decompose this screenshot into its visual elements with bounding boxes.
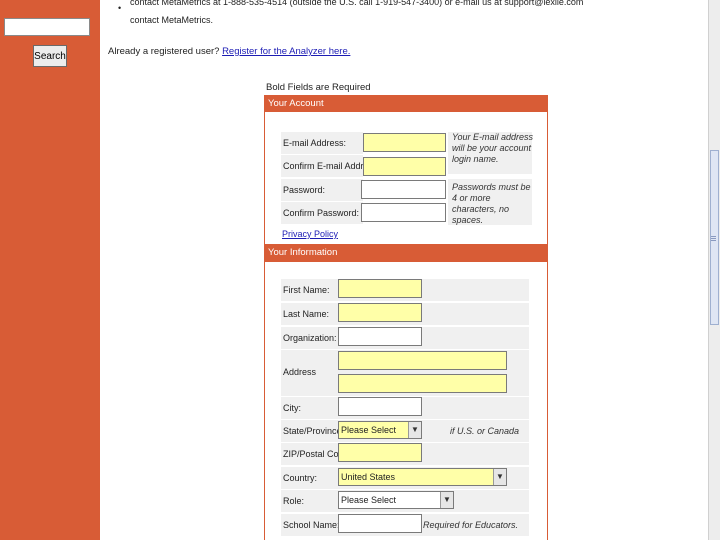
zip-field[interactable] [338, 443, 422, 462]
registered-user-note: Already a registered user? Register for … [108, 46, 350, 57]
required-note: Bold Fields are Required [266, 82, 371, 93]
email-field[interactable] [363, 133, 446, 152]
password-hint: Passwords must be 4 or more characters, … [452, 182, 531, 225]
role-label: Role: [283, 496, 305, 506]
chevron-down-icon: ▼ [440, 492, 453, 508]
register-analyzer-link[interactable]: Register for the Analyzer here. [222, 46, 350, 57]
first-name-field[interactable] [338, 279, 422, 298]
address-line-1-field[interactable] [338, 351, 507, 370]
intro-line-1: contact MetaMetrics at 1-888-535-4514 (o… [130, 0, 584, 7]
country-label: Country: [283, 473, 318, 483]
last-name-field[interactable] [338, 303, 422, 322]
vertical-scrollbar[interactable] [708, 0, 720, 540]
school-hint: Required for Educators. [423, 520, 519, 530]
grip-icon [711, 236, 716, 237]
country-select-value: United States [341, 472, 396, 482]
confirm-password-label: Confirm Password: [283, 208, 360, 218]
role-select[interactable]: Please Select ▼ [338, 491, 454, 509]
state-select[interactable]: Please Select ▼ [338, 421, 422, 439]
password-label: Password: [283, 185, 326, 195]
city-label: City: [283, 403, 301, 413]
city-field[interactable] [338, 397, 422, 416]
state-label: State/Province [283, 426, 342, 436]
organization-label: Organization: [283, 333, 337, 343]
sidebar: Search [0, 0, 100, 540]
scrollbar-thumb[interactable] [710, 150, 719, 325]
privacy-policy-link[interactable]: Privacy Policy [282, 229, 338, 239]
registration-form: Your Account E-mail Address: Confirm E-m… [264, 95, 548, 540]
email-hint: Your E-mail address will be your account… [452, 132, 534, 164]
password-field[interactable] [361, 180, 446, 199]
first-name-label: First Name: [283, 285, 330, 295]
sidebar-search-input[interactable] [4, 18, 90, 36]
your-account-header: Your Account [265, 96, 547, 112]
address-line-2-field[interactable] [338, 374, 507, 393]
confirm-email-field[interactable] [363, 157, 446, 176]
address-label: Address [283, 367, 317, 377]
chevron-down-icon: ▼ [408, 422, 421, 438]
state-hint: if U.S. or Canada [450, 426, 520, 436]
your-information-header: Your Information [265, 244, 547, 262]
registered-text: Already a registered user? [108, 46, 220, 57]
last-name-label: Last Name: [283, 309, 330, 319]
confirm-password-field[interactable] [361, 203, 446, 222]
organization-field[interactable] [338, 327, 422, 346]
country-select[interactable]: United States ▼ [338, 468, 507, 486]
state-select-value: Please Select [341, 425, 397, 435]
school-name-field[interactable] [338, 514, 422, 533]
chevron-down-icon: ▼ [493, 469, 506, 485]
bullet-icon: • [118, 3, 122, 13]
search-button[interactable]: Search [33, 45, 67, 67]
school-name-label: School Name: [283, 520, 340, 530]
role-select-value: Please Select [341, 495, 397, 505]
email-label: E-mail Address: [283, 138, 347, 148]
intro-line-2: contact MetaMetrics. [130, 15, 214, 25]
